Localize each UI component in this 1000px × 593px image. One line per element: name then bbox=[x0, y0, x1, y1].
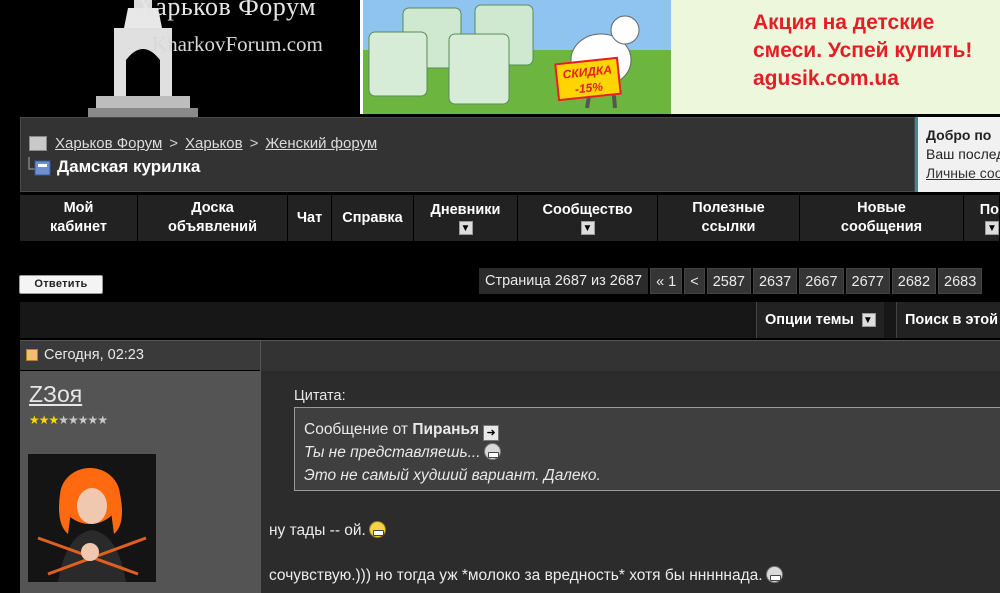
reply-button[interactable]: Ответить bbox=[19, 275, 103, 294]
welcome-subtitle: Ваш послед bbox=[926, 146, 1000, 162]
current-forum: Дамская курилка bbox=[26, 157, 200, 177]
nav-community[interactable]: Сообщество ▼ bbox=[518, 195, 658, 241]
quote-header: Сообщение от Пиранья ➜ bbox=[304, 418, 1000, 441]
reputation-stars: ★★★★★★★★ bbox=[29, 413, 108, 427]
nav-chat[interactable]: Чат bbox=[288, 195, 332, 241]
search-thread-menu[interactable]: Поиск в этой bbox=[896, 302, 1000, 338]
main-navbar: Мой кабинет Доска объявлений Чат Справка… bbox=[20, 195, 1000, 241]
ad-line: agusik.com.ua bbox=[753, 67, 899, 90]
pagination: Страница 2687 из 2687 « 1 < 2587 2637 26… bbox=[479, 268, 984, 294]
thread-options-menu[interactable]: Опции темы ▼ bbox=[756, 302, 884, 338]
page-link[interactable]: 2667 bbox=[799, 268, 844, 294]
ad-banner[interactable]: СКИДКА -15% Акция на детские смеси. Успе… bbox=[360, 0, 1000, 114]
post-header: Сегодня, 02:23 bbox=[20, 340, 1000, 371]
welcome-panel: Добро по Ваш послед Личные соо bbox=[915, 117, 1000, 192]
site-header: Харьков Форум KharkovForum.com СКИДКА -1… bbox=[0, 0, 1000, 117]
page-link[interactable]: 2677 bbox=[845, 268, 890, 294]
discount-badge: СКИДКА -15% bbox=[554, 56, 622, 102]
page-link[interactable]: 2587 bbox=[706, 268, 751, 294]
chevron-down-icon: ▼ bbox=[985, 221, 999, 235]
quote-label: Цитата: bbox=[294, 388, 346, 404]
post-status-icon bbox=[26, 349, 38, 361]
breadcrumb-separator: > bbox=[249, 135, 259, 152]
post-text-line: сочувствую.))) но тогда уж *молоко за вр… bbox=[269, 566, 783, 585]
nav-search[interactable]: По ▼ bbox=[964, 195, 1000, 241]
breadcrumb-link-womens-forum[interactable]: Женский форум bbox=[265, 135, 377, 152]
page-label: Страница 2687 из 2687 bbox=[479, 268, 649, 294]
logo-domain: KharkovForum.com bbox=[152, 32, 323, 56]
post-author-panel: ZЗоя ★★★★★★★★ bbox=[20, 371, 260, 593]
avatar[interactable] bbox=[28, 454, 156, 582]
quote-line: Это не самый худший вариант. Далеко. bbox=[304, 467, 601, 484]
post-body: Цитата: Сообщение от Пиранья ➜ Ты не пред… bbox=[260, 371, 1000, 593]
nav-classifieds[interactable]: Доска объявлений bbox=[138, 195, 288, 241]
ad-text: Акция на детские смеси. Успей купить! ag… bbox=[753, 9, 972, 93]
folder-icon bbox=[29, 136, 47, 151]
welcome-title: Добро по bbox=[926, 127, 992, 143]
breadcrumb-link-kharkov[interactable]: Харьков bbox=[185, 135, 243, 152]
nav-useful-links[interactable]: Полезные ссылки bbox=[658, 195, 800, 241]
post-date: Сегодня, 02:23 bbox=[26, 347, 144, 363]
forum-tree-icon bbox=[28, 157, 51, 176]
page-prev[interactable]: < bbox=[684, 268, 705, 294]
thread-options-bar: Опции темы ▼ Поиск в этой bbox=[20, 302, 1000, 338]
private-messages-link[interactable]: Личные соо bbox=[926, 165, 1000, 181]
star-icon: ★★★ bbox=[29, 413, 59, 427]
nav-help[interactable]: Справка bbox=[332, 195, 414, 241]
ad-line: Акция на детские bbox=[753, 11, 935, 34]
nav-my-cabinet[interactable]: Мой кабинет bbox=[20, 195, 138, 241]
chevron-down-icon: ▼ bbox=[458, 221, 473, 235]
page-link[interactable]: 2682 bbox=[891, 268, 937, 294]
username-link[interactable]: ZЗоя bbox=[29, 381, 82, 408]
nav-new-posts[interactable]: Новые сообщения bbox=[800, 195, 964, 241]
avatar-image bbox=[28, 454, 156, 582]
page-title: Дамская курилка bbox=[57, 157, 201, 176]
smiley-icon bbox=[483, 443, 501, 460]
star-icon: ★★★★★ bbox=[58, 413, 108, 427]
post-text-line: ну тады -- ой. bbox=[269, 521, 386, 540]
site-logo[interactable]: Харьков Форум KharkovForum.com bbox=[20, 0, 360, 117]
page-first[interactable]: « 1 bbox=[650, 268, 683, 294]
nav-diaries[interactable]: Дневники ▼ bbox=[414, 195, 518, 241]
quote-author: Пиранья bbox=[412, 421, 480, 438]
page-link[interactable]: 2683 bbox=[938, 268, 983, 294]
chevron-down-icon: ▼ bbox=[580, 221, 595, 235]
smiley-icon bbox=[765, 566, 783, 583]
breadcrumb-separator: > bbox=[169, 135, 179, 152]
ad-line: смеси. Успей купить! bbox=[753, 39, 973, 62]
post-header-spacer bbox=[260, 341, 1000, 371]
chevron-down-icon: ▼ bbox=[861, 313, 876, 327]
breadcrumb: Харьков Форум > Харьков > Женский форум … bbox=[20, 117, 915, 192]
ad-product-image bbox=[363, 0, 671, 114]
quote-box: Сообщение от Пиранья ➜ Ты не представляеш… bbox=[294, 407, 1000, 491]
view-post-icon[interactable]: ➜ bbox=[483, 425, 500, 441]
page-link[interactable]: 2637 bbox=[752, 268, 798, 294]
smiley-icon bbox=[368, 521, 386, 538]
quote-line: Ты не представляешь... bbox=[304, 441, 1000, 464]
logo-title: Харьков Форум bbox=[136, 0, 317, 21]
breadcrumb-link-home[interactable]: Харьков Форум bbox=[55, 135, 162, 152]
breadcrumb-trail: Харьков Форум > Харьков > Женский форум bbox=[29, 135, 377, 152]
